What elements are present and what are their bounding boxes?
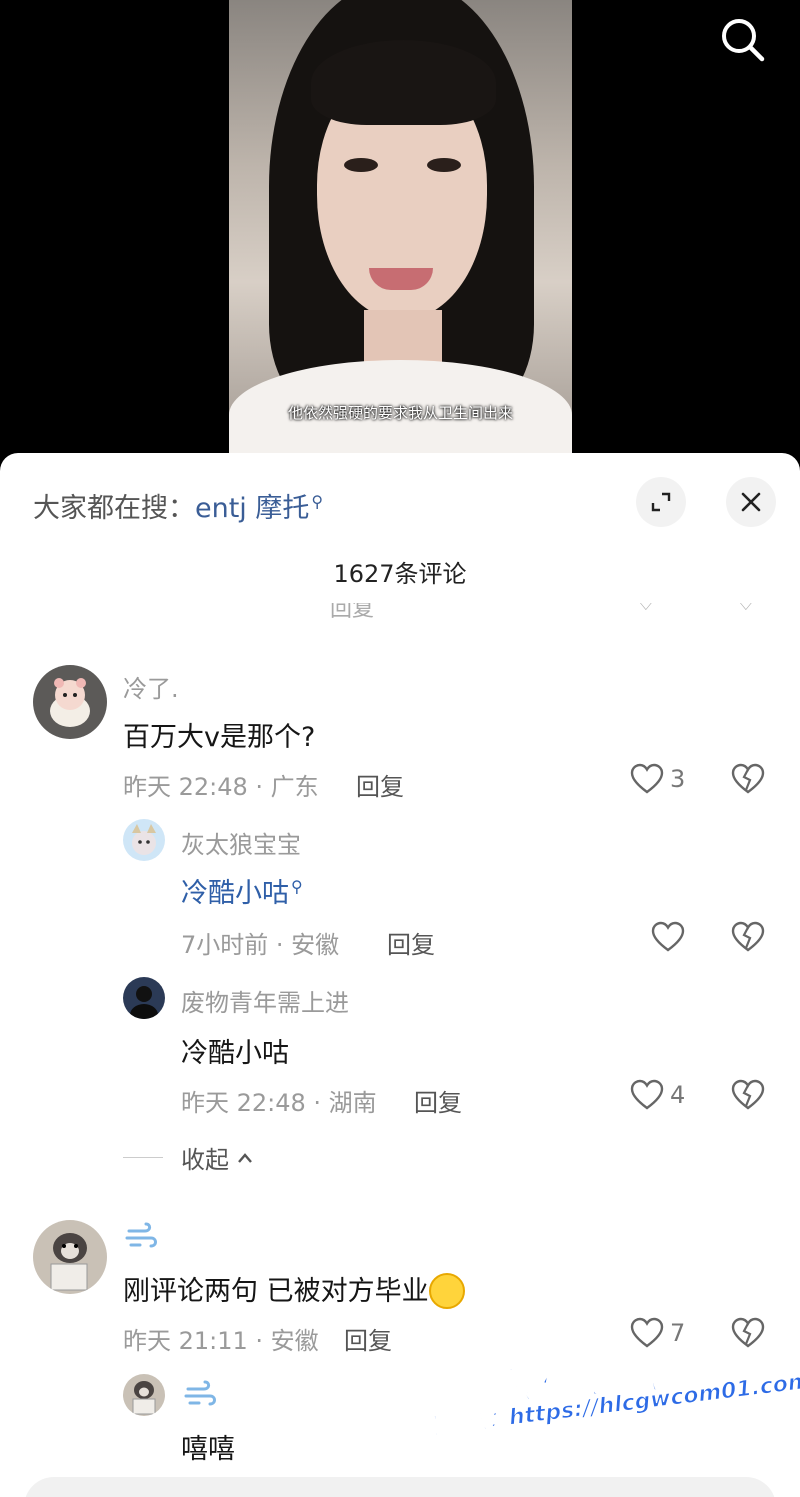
comment-text: 百万大v是那个?: [123, 722, 316, 753]
trending-term[interactable]: entj 摩托: [195, 493, 309, 524]
chevron-up-icon: [238, 1152, 252, 1163]
dislike-button[interactable]: [731, 1317, 765, 1353]
partially-hidden-row: 回复 ♡ ♡: [330, 603, 756, 619]
avatar-raccoon-image: [33, 1220, 107, 1294]
reply-text: 冷酷小咕: [181, 1038, 289, 1069]
wind-badge-icon: [184, 1380, 216, 1406]
comment-username[interactable]: 冷了.: [123, 669, 179, 704]
reply-button[interactable]: 回复: [344, 1321, 392, 1356]
reply-username[interactable]: 废物青年需上进: [181, 983, 349, 1018]
grin-emoji-icon: [428, 1272, 465, 1309]
dislike-button[interactable]: [731, 1079, 765, 1115]
collapse-label: 收起: [181, 1146, 229, 1174]
avatar[interactable]: [123, 819, 165, 861]
broken-heart-icon: [731, 921, 765, 952]
trending-search[interactable]: 大家都在搜：entj 摩托 ⚲: [33, 486, 323, 525]
like-button[interactable]: 4: [630, 1079, 685, 1111]
reply-button[interactable]: 回复: [387, 925, 435, 960]
comment-text: 刚评论两句 已被对方毕业: [123, 1269, 465, 1311]
expand-icon: [651, 492, 671, 512]
heart-icon: [630, 1079, 664, 1110]
avatar[interactable]: [123, 977, 165, 1019]
reply-username[interactable]: 灰太狼宝宝: [181, 825, 301, 860]
reply-meta: 7小时前 · 安徽: [181, 931, 340, 959]
like-count: 3: [670, 765, 686, 793]
comment-meta: 昨天 21:11 · 安徽: [123, 1327, 319, 1355]
like-count: 4: [670, 1081, 686, 1109]
search-mini-icon: ⚲: [291, 877, 303, 896]
trending-prefix: 大家都在搜：: [33, 493, 195, 524]
heart-icon: [630, 763, 664, 794]
comment-meta: 昨天 22:48 · 广东: [123, 773, 319, 801]
dislike-button[interactable]: [731, 921, 765, 957]
divider: [123, 1157, 163, 1158]
broken-heart-icon: [731, 763, 765, 794]
video-player[interactable]: 他依然强硬的要求我从卫生间出来: [0, 0, 800, 470]
avatar[interactable]: [123, 1374, 165, 1416]
avatar-raccoon-image: [123, 1374, 165, 1416]
reply-text: 嘻嘻: [181, 1434, 235, 1465]
reply-button[interactable]: 回复: [414, 1083, 462, 1118]
avatar-dark-image: [123, 977, 165, 1019]
avatar[interactable]: [33, 665, 107, 739]
avatar[interactable]: [33, 1220, 107, 1294]
heart-icon: [651, 921, 685, 952]
close-button[interactable]: [726, 477, 776, 527]
like-button[interactable]: [651, 921, 685, 953]
like-button[interactable]: 3: [630, 763, 685, 795]
search-button[interactable]: [718, 16, 766, 64]
reply-text-link[interactable]: 冷酷小咕 ⚲: [181, 871, 303, 910]
avatar-cartoon-image: [123, 819, 165, 861]
avatar-plush-image: [33, 665, 107, 739]
video-subtitle: 他依然强硬的要求我从卫生间出来: [287, 404, 513, 422]
comment-count-title: 1627条评论: [333, 560, 467, 588]
collapse-replies-button[interactable]: 收起: [123, 1140, 253, 1175]
search-icon: [722, 19, 765, 62]
video-frame: 他依然强硬的要求我从卫生间出来: [229, 0, 572, 470]
wind-badge-icon: [125, 1222, 157, 1248]
dislike-button[interactable]: [731, 763, 765, 799]
reply-button[interactable]: 回复: [356, 767, 404, 802]
reply-meta: 昨天 22:48 · 湖南: [181, 1089, 377, 1117]
search-mini-icon: ⚲: [311, 492, 324, 511]
broken-heart-icon: [731, 1317, 765, 1348]
comment-input-bar[interactable]: [24, 1477, 776, 1497]
close-icon: [741, 492, 761, 512]
comments-panel: 大家都在搜：entj 摩托 ⚲ 1627条评论 回复 ♡ ♡ 冷了. 百万大v是…: [0, 453, 800, 1497]
broken-heart-icon: [731, 1079, 765, 1110]
expand-button[interactable]: [636, 477, 686, 527]
